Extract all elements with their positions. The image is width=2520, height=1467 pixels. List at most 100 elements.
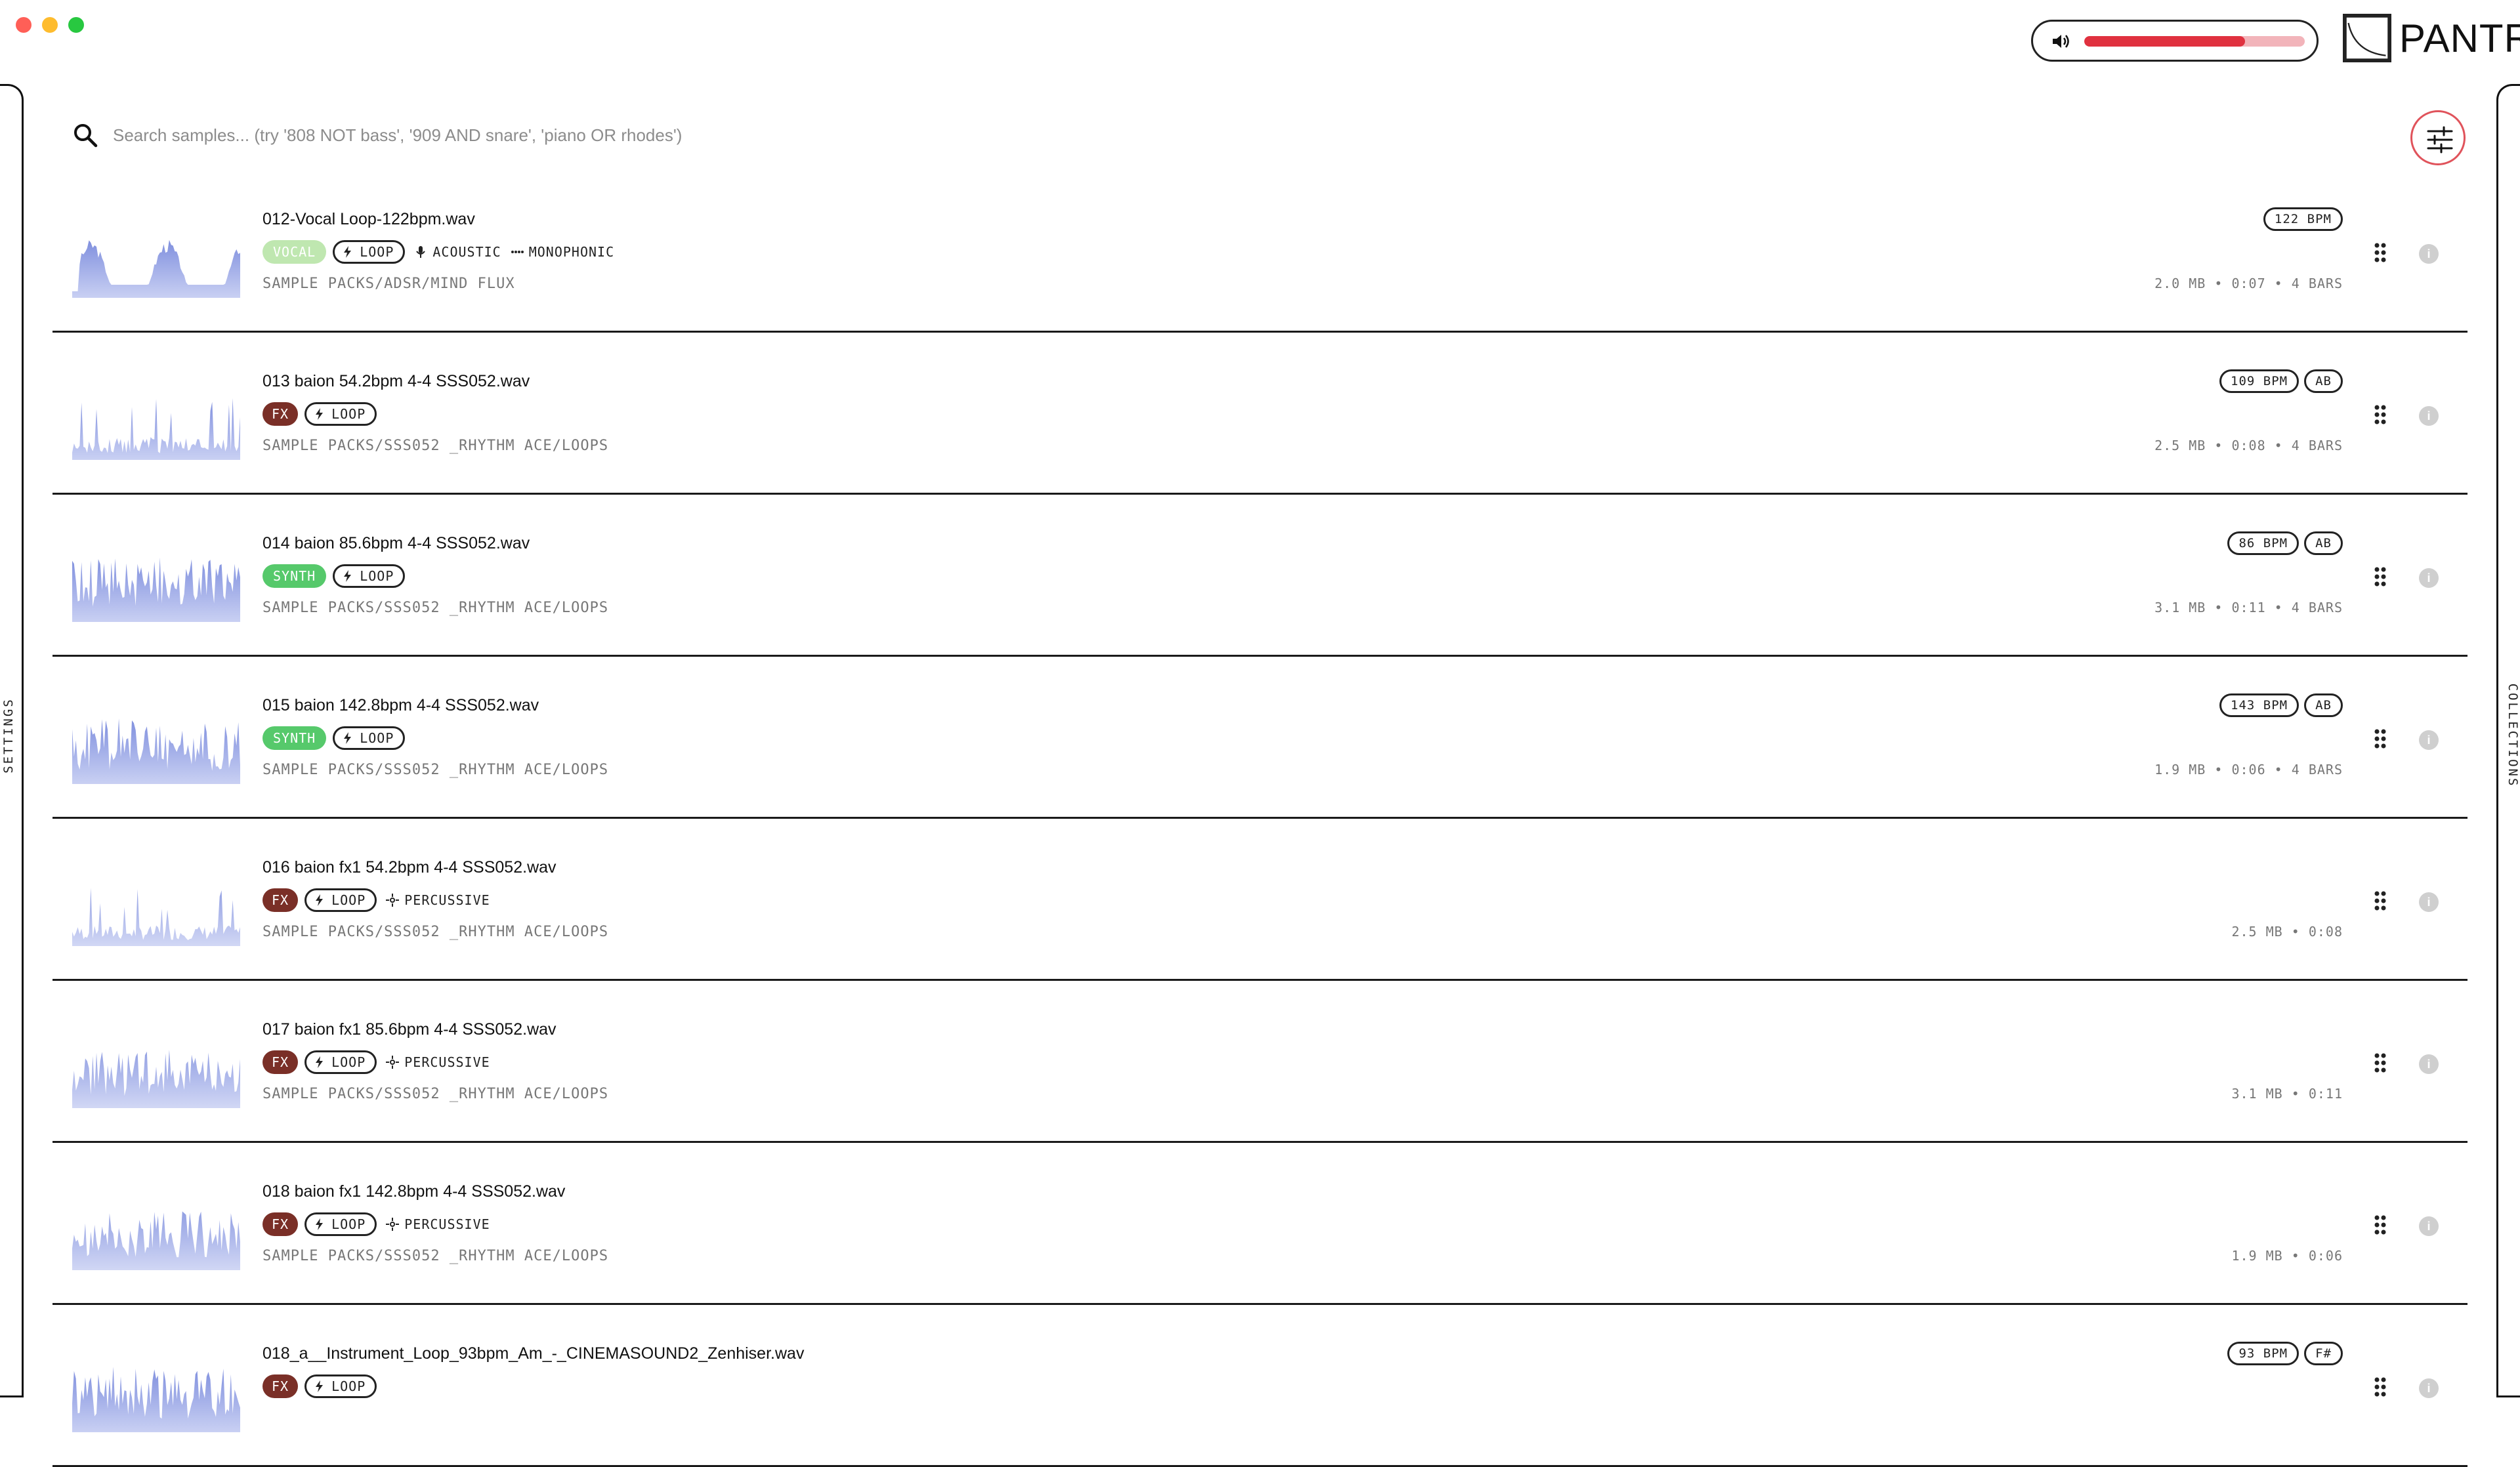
sparkle-icon [386,1218,400,1231]
category-tag[interactable]: SYNTH [262,726,327,750]
category-tag[interactable]: VOCAL [262,240,327,264]
sample-tags: FX LOOP PERCUSSIVE [262,888,490,912]
collections-rail[interactable]: COLLECTIONS [2496,84,2520,1397]
settings-rail[interactable]: SETTINGS [0,84,24,1397]
info-icon[interactable]: i [2419,568,2439,588]
sample-stats: 2.0 MB • 0:07 • 4 BARS [2154,276,2343,291]
sample-stats: 1.9 MB • 0:06 • 4 BARS [2154,762,2343,777]
sample-row[interactable]: 013 baion 54.2bpm 4-4 SSS052.wav FX LOOP SA… [52,333,2468,495]
sample-row[interactable]: 018 baion fx1 142.8bpm 4-4 SSS052.wav FX L… [52,1143,2468,1305]
minimize-window-button[interactable] [42,17,58,33]
sample-title: 015 baion 142.8bpm 4-4 SSS052.wav [262,696,539,714]
sample-row[interactable]: 012-Vocal Loop-122bpm.wav VOCAL LOOP ACOUST… [52,171,2468,333]
sample-badges: 122 BPM [2263,207,2343,231]
descriptor-tag[interactable]: PERCUSSIVE [386,892,490,908]
descriptor-tag[interactable]: ACOUSTIC [414,244,501,260]
waveform[interactable] [72,711,240,784]
loop-tag-label: LOOP [360,244,394,260]
drag-handle-icon[interactable] [2373,1376,2387,1398]
sample-path: SAMPLE PACKS/ADSR/MIND FLUX [262,276,515,292]
search-icon [74,124,98,148]
volume-slider[interactable] [2084,36,2305,47]
info-icon[interactable]: i [2419,244,2439,264]
sample-row[interactable]: 017 baion fx1 85.6bpm 4-4 SSS052.wav FX LO… [52,981,2468,1143]
loop-tag[interactable]: LOOP [304,1212,377,1236]
key-badge: F# [2304,1342,2343,1365]
sample-path: SAMPLE PACKS/SSS052 _RHYTHM ACE/LOOPS [262,600,609,616]
sample-stats: 1.9 MB • 0:06 [2231,1248,2343,1264]
loop-tag[interactable]: LOOP [304,1050,377,1074]
category-tag[interactable]: FX [262,888,299,912]
category-tag[interactable]: SYNTH [262,564,327,588]
search-input[interactable] [112,124,1952,146]
info-icon[interactable]: i [2419,892,2439,912]
sample-row[interactable]: 016 baion fx1 54.2bpm 4-4 SSS052.wav FX LO… [52,819,2468,981]
microphone-icon [416,246,426,258]
sample-tags: VOCAL LOOP ACOUSTIC MONOPHONIC [262,240,614,264]
waveform[interactable] [72,548,240,622]
sample-badges: 93 BPM F# [2227,1342,2343,1365]
info-icon[interactable]: i [2419,1378,2439,1398]
drag-handle-icon[interactable] [2373,1052,2387,1074]
sample-stats: 3.1 MB • 0:11 • 4 BARS [2154,600,2343,615]
sample-title: 016 baion fx1 54.2bpm 4-4 SSS052.wav [262,858,556,877]
sample-badges: 109 BPM AB [2219,369,2343,393]
sample-stats: 2.5 MB • 0:08 [2231,924,2343,940]
loop-tag-label: LOOP [331,1378,366,1394]
descriptor-tag[interactable]: MONOPHONIC [511,244,614,260]
waveform[interactable] [72,224,240,298]
drag-handle-icon[interactable] [2373,890,2387,912]
logo-text: PANTRY [2399,16,2520,60]
descriptor-tag-label: ACOUSTIC [432,244,501,260]
volume-control[interactable] [2031,20,2319,62]
sample-title: 018_a__Instrument_Loop_93bpm_Am_-_CINEMA… [262,1344,805,1363]
category-tag[interactable]: FX [262,1374,299,1398]
speaker-icon[interactable] [2050,31,2071,52]
maximize-window-button[interactable] [68,17,84,33]
info-icon[interactable]: i [2419,406,2439,426]
loop-tag[interactable]: LOOP [304,402,377,426]
descriptor-tag[interactable]: PERCUSSIVE [386,1216,490,1232]
sample-row[interactable]: 018_a__Instrument_Loop_93bpm_Am_-_CINEMA… [52,1305,2468,1467]
info-icon[interactable]: i [2419,1054,2439,1074]
waveform[interactable] [72,1359,240,1432]
loop-tag[interactable]: LOOP [304,1374,377,1398]
sample-tags: SYNTH LOOP [262,564,406,588]
app-logo: PANTRY [2343,13,2520,63]
descriptor-tag[interactable]: PERCUSSIVE [386,1054,490,1070]
category-tag[interactable]: FX [262,402,299,426]
loop-tag-label: LOOP [331,406,366,422]
filter-button[interactable] [2410,110,2466,165]
loop-tag[interactable]: LOOP [333,240,406,264]
close-window-button[interactable] [16,17,32,33]
drag-handle-icon[interactable] [2373,403,2387,426]
sliders-icon [2427,126,2453,154]
category-tag[interactable]: FX [262,1212,299,1236]
drag-handle-icon[interactable] [2373,1214,2387,1236]
waveform[interactable] [72,1197,240,1270]
sample-row[interactable]: 014 baion 85.6bpm 4-4 SSS052.wav SYNTH LOO… [52,495,2468,657]
info-icon[interactable]: i [2419,730,2439,750]
waveform[interactable] [72,873,240,946]
collections-rail-label[interactable]: COLLECTIONS [2506,684,2520,788]
sample-badges: 86 BPM AB [2227,531,2343,555]
waveform[interactable] [72,386,240,460]
drag-handle-icon[interactable] [2373,566,2387,588]
drag-handle-icon[interactable] [2373,241,2387,264]
loop-tag[interactable]: LOOP [333,564,406,588]
info-icon[interactable]: i [2419,1216,2439,1236]
sample-row[interactable]: 015 baion 142.8bpm 4-4 SSS052.wav SYNTH LO… [52,657,2468,819]
loop-tag[interactable]: LOOP [304,888,377,912]
lightning-icon [316,1218,324,1230]
bpm-badge: 93 BPM [2227,1342,2300,1365]
loop-tag[interactable]: LOOP [333,726,406,750]
drag-handle-icon[interactable] [2373,728,2387,750]
settings-rail-label[interactable]: SETTINGS [1,697,16,774]
sample-stats: 3.1 MB • 0:11 [2231,1086,2343,1102]
lightning-icon [344,246,352,258]
category-tag[interactable]: FX [262,1050,299,1074]
waveform[interactable] [72,1035,240,1108]
logo-mark-icon [2343,14,2391,62]
key-badge: AB [2304,369,2343,393]
descriptor-tag-label: PERCUSSIVE [404,1216,490,1232]
